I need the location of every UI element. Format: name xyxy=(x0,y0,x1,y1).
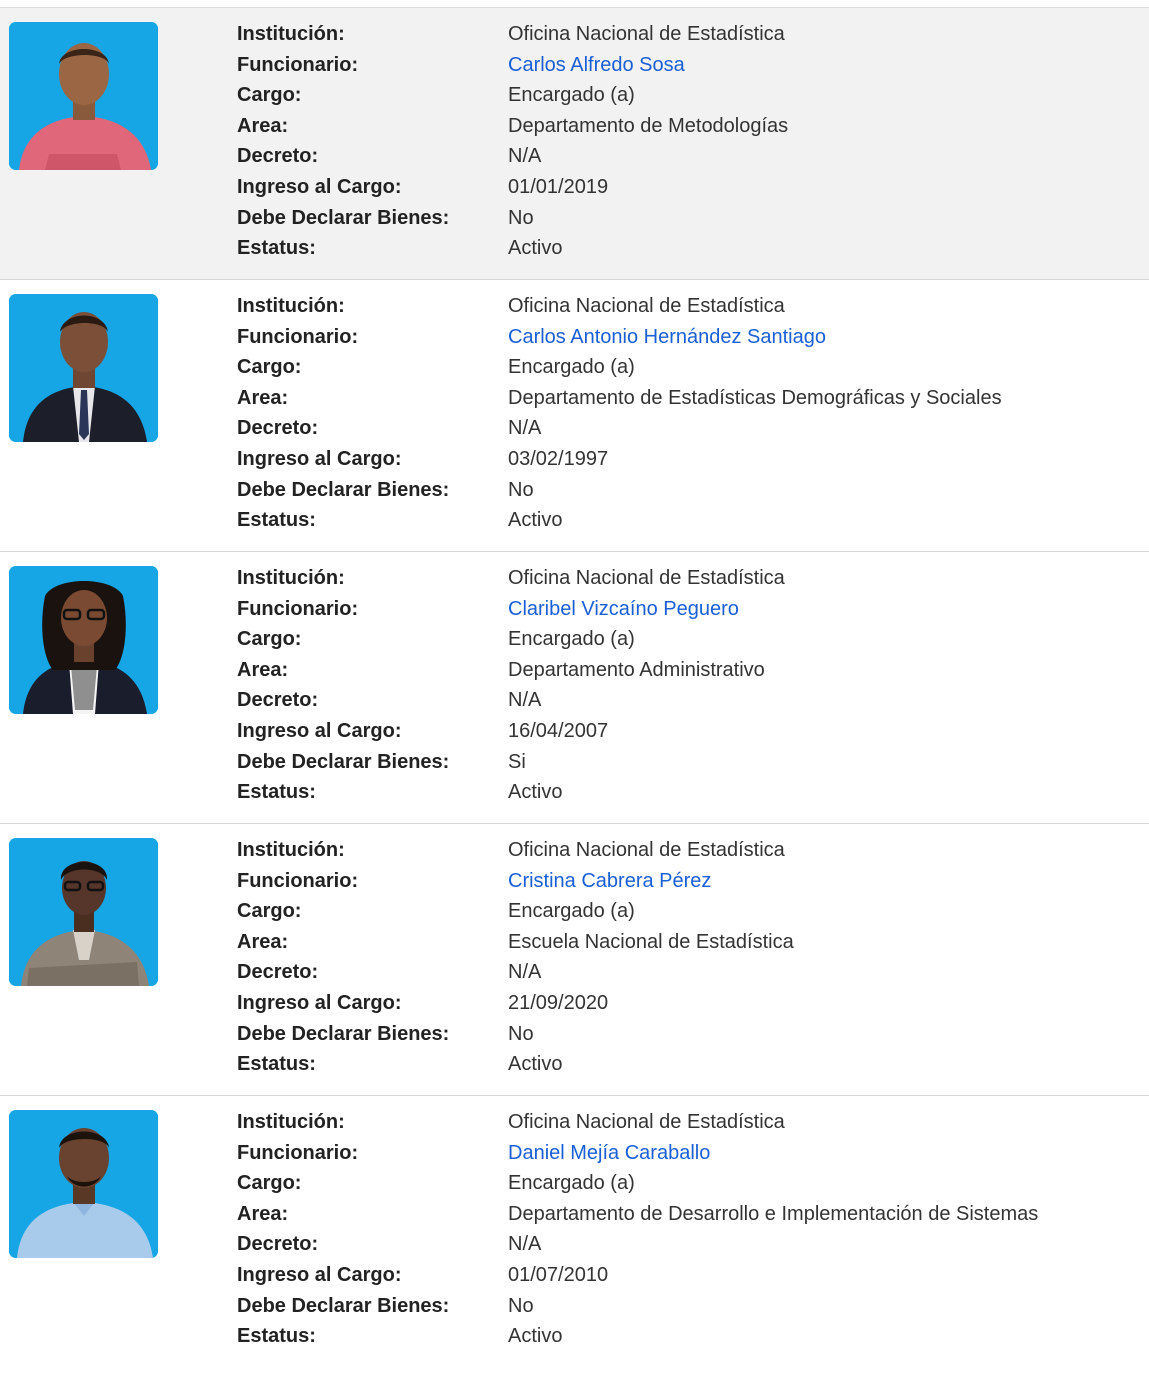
institucion-value: Oficina Nacional de Estadística xyxy=(508,295,785,317)
cargo-label: Cargo: xyxy=(237,900,302,923)
officials-list: Institución: Oficina Nacional de Estadíst… xyxy=(0,7,1149,1368)
official-photo xyxy=(9,294,158,442)
cargo-value: Encargado (a) xyxy=(508,628,635,651)
official-photo xyxy=(9,22,158,170)
ingreso-value: 16/04/2007 xyxy=(508,719,609,742)
decreto-label: Decreto: xyxy=(237,417,319,440)
estatus-label: Estatus: xyxy=(237,1053,316,1076)
cargo-value: Encargado (a) xyxy=(508,1172,635,1195)
man-light-blue-shirt-portrait-icon xyxy=(9,1110,158,1258)
declarar-label: Debe Declarar Bienes: xyxy=(237,206,450,229)
institucion-value: Oficina Nacional de Estadística xyxy=(508,567,785,589)
area-value: Departamento de Metodologías xyxy=(508,114,789,137)
man-dark-suit-portrait-icon xyxy=(9,294,158,442)
decreto-label: Decreto: xyxy=(237,1233,319,1256)
cargo-label: Cargo: xyxy=(237,1172,302,1195)
decreto-label: Decreto: xyxy=(237,689,319,712)
declarar-value: Si xyxy=(508,750,526,773)
official-photo xyxy=(9,1110,158,1258)
funcionario-link[interactable]: Cristina Cabrera Pérez xyxy=(508,869,711,893)
cargo-value: Encargado (a) xyxy=(508,356,635,379)
official-photo xyxy=(9,838,158,986)
man-pink-shirt-portrait-icon xyxy=(9,22,158,170)
decreto-value: N/A xyxy=(508,1233,542,1256)
ingreso-value: 01/07/2010 xyxy=(508,1263,609,1286)
declarar-label: Debe Declarar Bienes: xyxy=(237,1294,450,1317)
institucion-label: Institución: xyxy=(237,839,345,861)
institucion-label: Institución: xyxy=(237,295,345,317)
official-entry: Institución: Oficina Nacional de Estadíst… xyxy=(0,552,1149,824)
estatus-label: Estatus: xyxy=(237,509,316,532)
ingreso-label: Ingreso al Cargo: xyxy=(237,175,402,198)
ingreso-value: 03/02/1997 xyxy=(508,447,609,470)
ingreso-label: Ingreso al Cargo: xyxy=(237,719,402,742)
official-entry: Institución: Oficina Nacional de Estadíst… xyxy=(0,824,1149,1096)
area-label: Area: xyxy=(237,658,289,681)
funcionario-label: Funcionario: xyxy=(237,869,359,892)
estatus-value: Activo xyxy=(508,237,563,260)
estatus-value: Activo xyxy=(508,1325,563,1348)
official-photo xyxy=(9,566,158,714)
woman-dark-blazer-portrait-icon xyxy=(9,566,158,714)
decreto-value: N/A xyxy=(508,145,542,168)
declarar-value: No xyxy=(508,1022,534,1045)
declarar-label: Debe Declarar Bienes: xyxy=(237,1022,450,1045)
woman-gray-blazer-portrait-icon xyxy=(9,838,158,986)
estatus-label: Estatus: xyxy=(237,781,316,804)
declarar-value: No xyxy=(508,478,534,501)
estatus-value: Activo xyxy=(508,1053,563,1076)
ingreso-label: Ingreso al Cargo: xyxy=(237,1263,402,1286)
official-entry: Institución: Oficina Nacional de Estadíst… xyxy=(0,1096,1149,1368)
ingreso-label: Ingreso al Cargo: xyxy=(237,447,402,470)
decreto-label: Decreto: xyxy=(237,145,319,168)
cargo-label: Cargo: xyxy=(237,84,302,107)
estatus-label: Estatus: xyxy=(237,237,316,260)
funcionario-link[interactable]: Carlos Antonio Hernández Santiago xyxy=(508,325,826,349)
ingreso-label: Ingreso al Cargo: xyxy=(237,991,402,1014)
declarar-value: No xyxy=(508,206,534,229)
decreto-value: N/A xyxy=(508,961,542,984)
area-label: Area: xyxy=(237,386,289,409)
funcionario-link[interactable]: Claribel Vizcaíno Peguero xyxy=(508,597,739,621)
institucion-label: Institución: xyxy=(237,23,345,45)
institucion-label: Institución: xyxy=(237,567,345,589)
institucion-label: Institución: xyxy=(237,1111,345,1133)
cargo-label: Cargo: xyxy=(237,628,302,651)
area-label: Area: xyxy=(237,1202,289,1225)
area-value: Departamento de Desarrollo e Implementac… xyxy=(508,1202,1039,1225)
cargo-value: Encargado (a) xyxy=(508,900,635,923)
cargo-value: Encargado (a) xyxy=(508,84,635,107)
estatus-value: Activo xyxy=(508,781,563,804)
funcionario-label: Funcionario: xyxy=(237,597,359,620)
institucion-value: Oficina Nacional de Estadística xyxy=(508,23,785,45)
ingreso-value: 01/01/2019 xyxy=(508,175,609,198)
ingreso-value: 21/09/2020 xyxy=(508,991,609,1014)
cargo-label: Cargo: xyxy=(237,356,302,379)
area-value: Escuela Nacional de Estadística xyxy=(508,930,794,953)
declarar-value: No xyxy=(508,1294,534,1317)
declarar-label: Debe Declarar Bienes: xyxy=(237,478,450,501)
funcionario-label: Funcionario: xyxy=(237,53,359,76)
decreto-value: N/A xyxy=(508,417,542,440)
decreto-label: Decreto: xyxy=(237,961,319,984)
area-label: Area: xyxy=(237,930,289,953)
declarar-label: Debe Declarar Bienes: xyxy=(237,750,450,773)
institucion-value: Oficina Nacional de Estadística xyxy=(508,839,785,861)
area-value: Departamento Administrativo xyxy=(508,658,765,681)
estatus-value: Activo xyxy=(508,509,563,532)
official-entry: Institución: Oficina Nacional de Estadíst… xyxy=(0,280,1149,552)
funcionario-label: Funcionario: xyxy=(237,1141,359,1164)
estatus-label: Estatus: xyxy=(237,1325,316,1348)
institucion-value: Oficina Nacional de Estadística xyxy=(508,1111,785,1133)
funcionario-label: Funcionario: xyxy=(237,325,359,348)
decreto-value: N/A xyxy=(508,689,542,712)
area-label: Area: xyxy=(237,114,289,137)
funcionario-link[interactable]: Daniel Mejía Caraballo xyxy=(508,1141,710,1165)
official-entry: Institución: Oficina Nacional de Estadíst… xyxy=(0,8,1149,280)
funcionario-link[interactable]: Carlos Alfredo Sosa xyxy=(508,53,685,77)
area-value: Departamento de Estadísticas Demográfica… xyxy=(508,386,1002,409)
